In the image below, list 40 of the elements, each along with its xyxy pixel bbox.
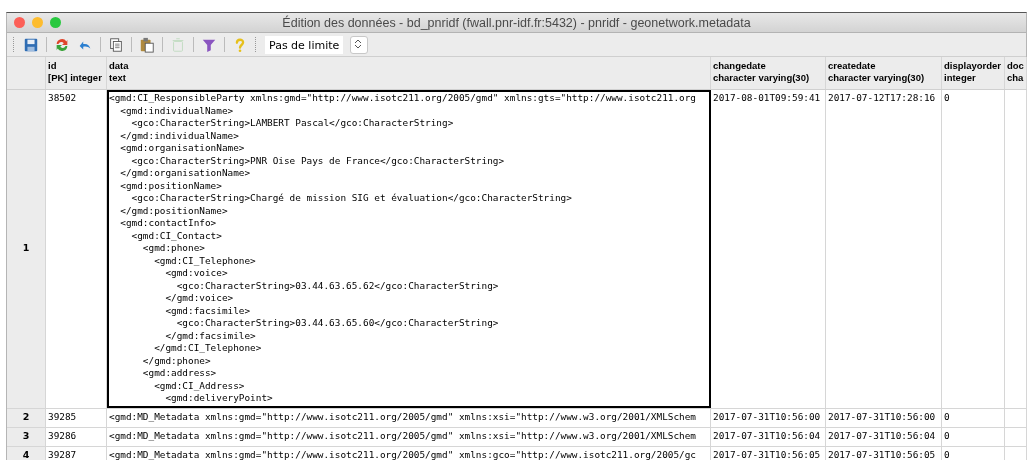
table-cell — [1004, 408, 1027, 427]
table-cell: 2017-07-31T10:56:00 — [825, 408, 942, 427]
table-cell: 2017-07-31T10:56:00 — [710, 408, 826, 427]
table-cell: 2017-07-31T10:56:05 — [710, 446, 826, 460]
table-cell: 0 — [941, 427, 1005, 446]
save-icon — [23, 36, 39, 53]
table-cell: <gmd:MD_Metadata xmlns:gmd="http://www.isotc211.org/2005/gmd" xmlns:xsi="http://www.w3.org/2001/XMLSchem — [106, 427, 711, 446]
table-cell: 0 — [941, 446, 1005, 460]
column-header[interactable]: data text — [106, 57, 711, 90]
table-cell: <gmd:MD_Metadata xmlns:gmd="http://www.isotc211.org/2005/gmd" xmlns:xsi="http://www.w3.org/2001/XMLSchem — [106, 408, 711, 427]
table-cell: 0 — [941, 408, 1005, 427]
column-header[interactable]: displayorder integer — [941, 57, 1005, 90]
table-cell: 0 — [941, 89, 1005, 408]
window-title: Édition des données - bd_pnridf (fwall.pnr-idf.fr:5432) - pnridf - geonetwork.metadata — [282, 15, 751, 30]
table-cell: 39286 — [45, 427, 107, 446]
column-header[interactable]: id [PK] integer — [45, 57, 107, 90]
row-number: 2 — [7, 408, 46, 427]
table-cell: 38502 — [45, 89, 107, 408]
table-cell: 2017-07-12T17:28:16 — [825, 89, 942, 408]
table-cell: 2017-07-31T10:56:05 — [825, 446, 942, 460]
trash-icon — [170, 36, 186, 53]
stepper-button[interactable] — [350, 35, 369, 54]
close-button[interactable] — [14, 17, 25, 28]
column-header[interactable]: createdate character varying(30) — [825, 57, 942, 90]
table-cell: 2017-08-01T09:59:41 — [710, 89, 826, 408]
table-cell — [1004, 427, 1027, 446]
focused-cell: <gmd:CI_ResponsibleParty xmlns:gmd="http://www.isotc211.org/2005/gmd" xmlns:gts="http://www.isotc211.org <gmd:individualName> <gco:CharacterString>LAMBERT Pascal</gco:CharacterString> </gmd:individualName> <gmd:organisationName> <gco:CharacterString>PNR Oise Pays de France</gco:CharacterString> </gmd:organisationName> <gmd:positionName> <gco:CharacterString>Chargé de mission SIG et évaluation</gco:CharacterString> </gmd:positionName> <gmd:contactInfo> <gmd:CI_Contact> <gmd:phone> <gmd:CI_Telephone> <gmd:voice> <gco:CharacterString>03.44.63.65.62</gco:CharacterString> </gmd:voice> <gmd:facsimile> <gco:CharacterString>03.44.63.65.60</gco:CharacterString> </gmd:facsimile> </gmd:CI_Telephone> </gmd:phone> <gmd:address> <gmd:CI_Address> <gmd:deliveryPoint> — [106, 89, 711, 408]
row-number: 1 — [7, 89, 46, 408]
row-number: 3 — [7, 427, 46, 446]
table-cell: 39287 — [45, 446, 107, 460]
paste-icon — [139, 36, 155, 53]
table-cell: 39285 — [45, 408, 107, 427]
column-header[interactable]: doc cha — [1004, 57, 1027, 90]
table-cell: <gmd:MD_Metadata xmlns:gmd="http://www.isotc211.org/2005/gmd" xmlns:gco="http://www.isotc211.org/2005/gc — [106, 446, 711, 460]
table-cell: 2017-07-31T10:56:04 — [710, 427, 826, 446]
table-cell: 2017-07-31T10:56:04 — [825, 427, 942, 446]
column-header[interactable]: changedate character varying(30) — [710, 57, 826, 90]
row-limit-field[interactable]: Pas de limite — [265, 35, 344, 54]
refresh-icon — [54, 36, 70, 53]
copy-icon — [108, 36, 124, 53]
